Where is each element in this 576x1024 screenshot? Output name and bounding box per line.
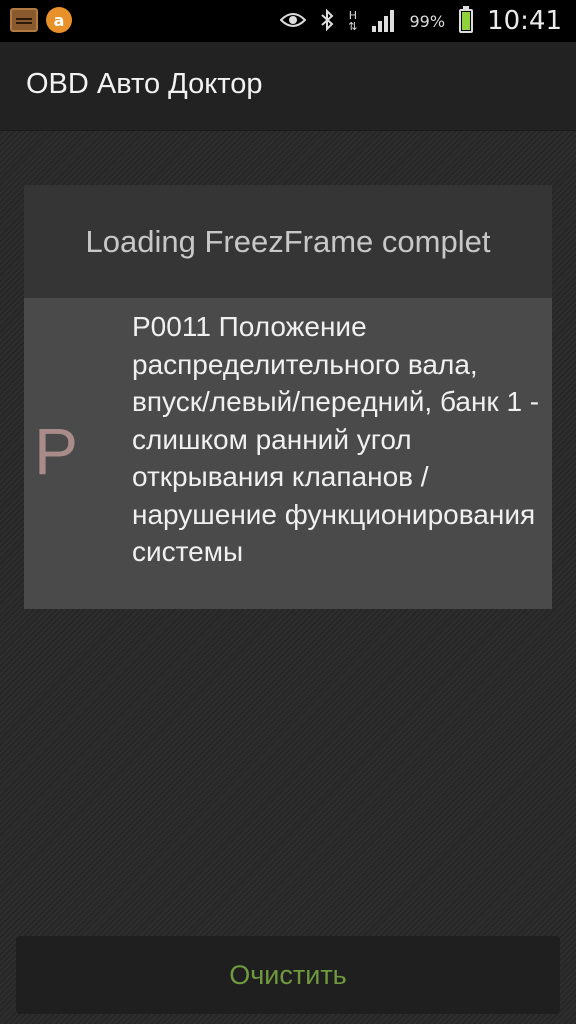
freeze-frame-dialog: Loading FreezFrame complet P P0011 Полож… (24, 185, 552, 609)
trouble-code-item[interactable]: P P0011 Положение распределительного вал… (24, 298, 552, 609)
clear-button[interactable]: Очистить (16, 936, 560, 1014)
battery-fill (462, 12, 471, 30)
car-diagnostic-icon (10, 8, 38, 32)
clock: 10:41 (487, 6, 562, 36)
status-bar: a H ⇅ 99% 10:41 (0, 0, 576, 42)
bluetooth-icon (320, 8, 334, 34)
signal-icon (371, 10, 396, 32)
eye-icon (279, 11, 307, 32)
notification-icons: a (10, 7, 72, 33)
system-icons: H ⇅ 99% 10:41 (279, 0, 562, 42)
action-bar: OBD Авто Доктор (0, 42, 576, 131)
dialog-title: Loading FreezFrame complet (85, 223, 491, 259)
app-title: OBD Авто Доктор (26, 68, 263, 100)
code-type-letter: P (34, 414, 79, 488)
battery-icon (459, 6, 474, 33)
orange-a-icon: a (46, 7, 72, 33)
battery-percent: 99% (409, 11, 446, 31)
nfc-icon: H ⇅ (348, 10, 357, 32)
arrows-icon: ⇅ (348, 20, 358, 33)
code-description: P0011 Положение распределительного вала,… (132, 311, 540, 567)
screen: a H ⇅ 99% 10:41 OBD Авто Доктор Loading … (0, 0, 576, 1024)
